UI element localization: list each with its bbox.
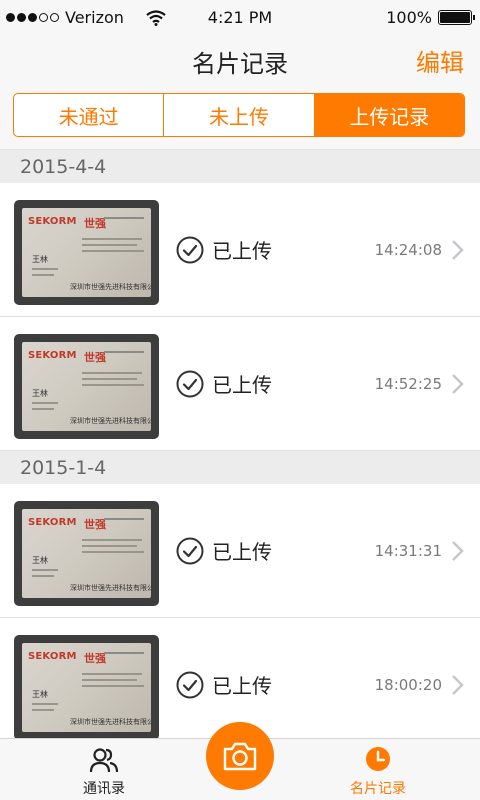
business-card-thumbnail: SEKORM 世强 王林 深圳市世强先进科技有限公司: [14, 501, 159, 606]
segment-not-passed[interactable]: 未通过: [14, 94, 165, 136]
record-time: 14:52:25: [374, 375, 442, 393]
section-header-date: 2015-4-4: [0, 150, 480, 183]
record-time: 18:00:20: [374, 676, 442, 694]
record-time: 14:31:31: [374, 542, 442, 560]
chevron-right-icon: [452, 541, 464, 561]
tab-contacts[interactable]: 通讯录: [44, 745, 164, 798]
card-brand-cn: 世强: [84, 518, 106, 531]
card-brand: SEKORM: [28, 216, 77, 227]
status-label: 已上传: [212, 373, 272, 397]
card-person-name: 王林: [32, 690, 48, 699]
card-person-name: 王林: [32, 556, 48, 565]
segment-container: 未通过 未上传 上传记录: [0, 84, 480, 150]
tab-card-records[interactable]: 名片记录: [318, 745, 438, 798]
upload-status: 已上传: [176, 235, 272, 264]
card-company: 深圳市世强先进科技有限公司: [70, 584, 151, 592]
status-label: 已上传: [212, 239, 272, 263]
upload-status: 已上传: [176, 369, 272, 398]
status-bar: Verizon 4:21 PM 100%: [0, 0, 480, 36]
edit-button[interactable]: 编辑: [416, 43, 464, 78]
battery-icon: [438, 10, 475, 25]
segment-not-uploaded[interactable]: 未上传: [164, 94, 315, 136]
record-row[interactable]: SEKORM 世强 王林 深圳市世强先进科技有限公司 已上传 14:31:31: [0, 484, 480, 618]
card-brand: SEKORM: [28, 350, 77, 361]
clock-icon: [366, 747, 390, 771]
card-brand-cn: 世强: [84, 217, 106, 230]
record-row[interactable]: SEKORM 世强 王林 深圳市世强先进科技有限公司 已上传 18:00:20: [0, 618, 480, 738]
camera-icon: [223, 742, 257, 771]
status-label: 已上传: [212, 674, 272, 698]
check-circle-icon: [176, 671, 204, 698]
check-circle-icon: [176, 370, 204, 397]
card-brand-cn: 世强: [84, 351, 106, 364]
chevron-right-icon: [452, 374, 464, 394]
card-company: 深圳市世强先进科技有限公司: [70, 417, 151, 425]
contacts-icon: [89, 748, 119, 773]
segment-upload-records[interactable]: 上传记录: [314, 94, 464, 136]
card-brand-cn: 世强: [84, 652, 106, 665]
upload-status: 已上传: [176, 536, 272, 565]
battery-percent: 100%: [386, 8, 432, 27]
record-time: 14:24:08: [374, 241, 442, 259]
record-row[interactable]: SEKORM 世强 王林 深圳市世强先进科技有限公司 已上传 14:24:08: [0, 183, 480, 317]
business-card-thumbnail: SEKORM 世强 王林 深圳市世强先进科技有限公司: [14, 334, 159, 439]
record-list[interactable]: 2015-4-4 SEKORM 世强 王林 深圳市世强先进科技有限公司 已上传: [0, 150, 480, 738]
business-card-thumbnail: SEKORM 世强 王林 深圳市世强先进科技有限公司: [14, 635, 159, 738]
check-circle-icon: [176, 537, 204, 564]
tab-contacts-label: 通讯录: [83, 781, 125, 797]
business-card-thumbnail: SEKORM 世强 王林 深圳市世强先进科技有限公司: [14, 200, 159, 305]
card-brand: SEKORM: [28, 651, 77, 662]
segmented-control: 未通过 未上传 上传记录: [13, 93, 465, 137]
card-brand: SEKORM: [28, 517, 77, 528]
upload-status: 已上传: [176, 670, 272, 699]
chevron-right-icon: [452, 675, 464, 695]
status-label: 已上传: [212, 540, 272, 564]
battery-info: 100%: [386, 8, 475, 27]
card-company: 深圳市世强先进科技有限公司: [70, 718, 151, 726]
section-header-date: 2015-1-4: [0, 451, 480, 484]
record-row[interactable]: SEKORM 世强 王林 深圳市世强先进科技有限公司 已上传 14:52:25: [0, 317, 480, 451]
navigation-bar: 名片记录 编辑: [0, 36, 480, 84]
card-company: 深圳市世强先进科技有限公司: [70, 283, 151, 291]
camera-button[interactable]: [206, 722, 274, 790]
tab-records-label: 名片记录: [350, 781, 406, 797]
chevron-right-icon: [452, 240, 464, 260]
card-person-name: 王林: [32, 389, 48, 398]
card-person-name: 王林: [32, 255, 48, 264]
check-circle-icon: [176, 236, 204, 263]
page-title: 名片记录: [192, 50, 288, 78]
